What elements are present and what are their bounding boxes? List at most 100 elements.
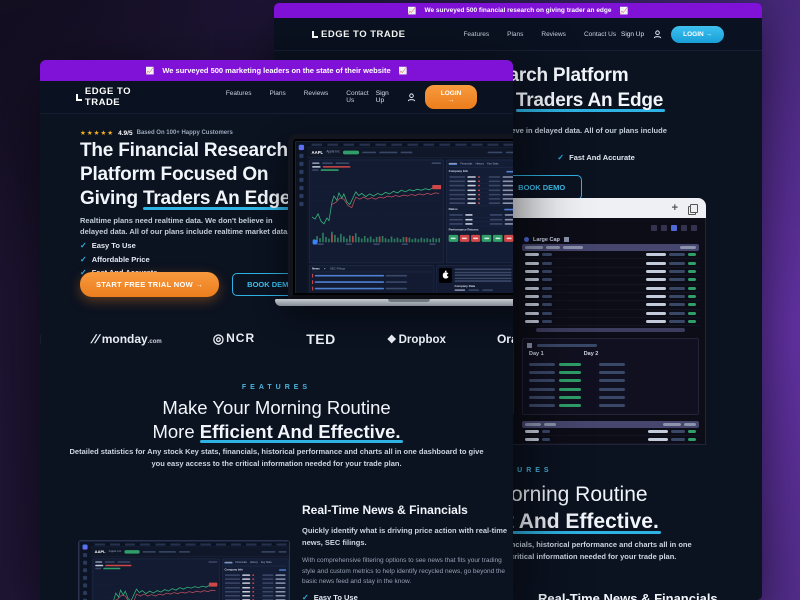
chart-up-icon: 📈	[620, 7, 629, 15]
sidebar-tool-icon	[299, 186, 303, 190]
stats-panel-right: Day 1Day 2	[522, 338, 699, 414]
client-logos-strip: rd //monday.com ◎NCR TED ❖Dropbox Orange	[40, 324, 513, 354]
realtime-news-heading: Real-Time News & Financials	[538, 591, 718, 600]
watchlist-table-right: Large Cap	[522, 235, 699, 332]
news-paragraph-2: With comprehensive filtering options to …	[302, 556, 513, 587]
ncr-mark-icon: ◎	[213, 331, 225, 346]
trading-dashboard-screenshot: AAPL Apple Inc	[79, 541, 290, 600]
scrollbar[interactable]	[536, 328, 685, 332]
return-box	[460, 235, 470, 242]
check-icon: ✓	[302, 593, 309, 600]
trading-dashboard-screenshot: AAPL Apple Inc	[295, 141, 513, 293]
watchlist-row	[522, 293, 699, 301]
grid-icon	[564, 237, 569, 242]
legend-series-green	[103, 568, 120, 570]
tab-overview	[224, 562, 232, 564]
dropbox-mark-icon: ❖	[387, 334, 397, 346]
sidebar-tool-icon	[83, 583, 87, 587]
company-info-label: Company Info	[449, 170, 469, 173]
watchlist-row	[522, 301, 699, 309]
time-axis	[312, 242, 441, 245]
legend-series-red	[323, 166, 351, 168]
rating-row: ★★★★★ 4.9/5 Based On 100+ Happy Customer…	[80, 129, 233, 137]
person-icon	[407, 93, 416, 102]
panel-tabs: Financials History Key Stats	[224, 561, 286, 566]
login-button[interactable]: LOGIN →	[671, 26, 724, 43]
legend-label	[312, 166, 321, 168]
signup-link[interactable]: Sign Up	[376, 90, 398, 104]
features-headline-emphasis: Efficient And Effective.	[200, 421, 401, 442]
rating-text: Based On 100+ Happy Customers	[137, 130, 233, 136]
nav-link-contact[interactable]: Contact Us	[346, 90, 375, 104]
news-caret-icon: ▾	[324, 267, 325, 270]
news-tab: News	[312, 267, 320, 270]
realtime-news-heading: Real-Time News & Financials	[302, 503, 513, 517]
announcement-text: We surveyed 500 marketing leaders on the…	[162, 66, 390, 75]
check-item: ✓Easy To Use	[80, 241, 157, 250]
sec-filings-tab: SEC Filings	[330, 267, 345, 270]
stat-chip	[143, 551, 156, 553]
table-row	[522, 428, 699, 436]
watchlist-row	[522, 251, 699, 259]
company-name: Apple Inc	[109, 550, 122, 553]
profile-text-line	[455, 274, 512, 276]
sidebar-tool-icon	[299, 154, 303, 158]
sidebar-tool-icon	[299, 178, 303, 182]
company-profile-panel: Company Data	[436, 265, 513, 293]
legend-series-red	[105, 565, 131, 567]
nav-link-plans[interactable]: Plans	[507, 31, 523, 38]
panel-tabs: Financials History Key Stats	[449, 162, 513, 167]
announcement-bar: 📈 We surveyed 500 financial research on …	[274, 3, 762, 18]
rating-score: 4.9/5	[118, 130, 132, 137]
volume-bars	[312, 230, 441, 243]
start-free-trial-button[interactable]: START FREE TRIAL NOW →	[80, 272, 219, 297]
login-button[interactable]: LOGIN →	[425, 85, 477, 109]
change-badge	[124, 550, 139, 554]
chart-tool	[336, 162, 350, 164]
stat-chip	[159, 551, 176, 553]
person-icon	[653, 30, 662, 39]
monday-logo: //monday.com	[92, 332, 162, 346]
check-item: ✓Fast And Accurate	[557, 153, 634, 162]
sidebar-tool-icon	[83, 561, 87, 565]
realtime-news-column: Real-Time News & Financials Quickly iden…	[302, 503, 513, 600]
nav-link-reviews[interactable]: Reviews	[304, 90, 329, 104]
last-price-tag	[209, 583, 217, 587]
nav-link-features[interactable]: Features	[463, 31, 489, 38]
chart-tool	[105, 561, 115, 563]
book-demo-button[interactable]: BOOK DEMO	[501, 175, 582, 200]
tab-overview	[449, 163, 458, 165]
nav-link-features[interactable]: Features	[226, 90, 252, 104]
ticker-symbol: AAPL	[312, 150, 324, 155]
day-stat-row	[527, 401, 694, 409]
nav-link-contact[interactable]: Contact Us	[584, 31, 616, 38]
chart-up-icon: 📈	[408, 7, 417, 15]
chart-legend	[95, 565, 217, 570]
nav-link-plans[interactable]: Plans	[269, 90, 285, 104]
stat-chip	[362, 151, 376, 153]
day-stat-row	[527, 369, 694, 377]
news-feed-panel: News ▾ SEC Filings	[309, 265, 434, 293]
profile-text-line	[455, 271, 512, 273]
sidebar-tool-icon	[83, 568, 87, 572]
laptop-screen: AAPL Apple Inc	[288, 134, 513, 299]
watchlist-row	[522, 310, 699, 318]
features-paragraph: Detailed statistics for Any stock Key st…	[68, 446, 485, 470]
top-navbar: EDGE TO TRADE Features Plans Reviews Con…	[40, 81, 513, 114]
nav-link-reviews[interactable]: Reviews	[541, 31, 566, 38]
stat-chip	[261, 551, 275, 553]
day-stat-row	[527, 377, 694, 385]
announcement-bar: 📈 We surveyed 500 marketing leaders on t…	[40, 60, 513, 81]
performance-returns-label: Performance Returns	[449, 228, 479, 231]
ticker-symbol: AAPL	[95, 549, 106, 554]
drawing-tool-icon	[313, 240, 318, 245]
brand-logo: EDGE TO TRADE	[76, 86, 168, 108]
company-info-row	[449, 201, 513, 205]
signup-link[interactable]: Sign Up	[621, 31, 644, 38]
profile-text-line	[455, 280, 512, 282]
top-navbar: EDGE TO TRADE Features Plans Reviews Con…	[274, 18, 762, 51]
news-paragraph-1: Quickly identify what is driving price a…	[302, 525, 513, 548]
ted-logo: TED	[306, 331, 336, 347]
day2-column-label: Day 2	[584, 351, 599, 357]
company-info-panel: Financials History Key Stats Company Inf…	[446, 160, 513, 263]
